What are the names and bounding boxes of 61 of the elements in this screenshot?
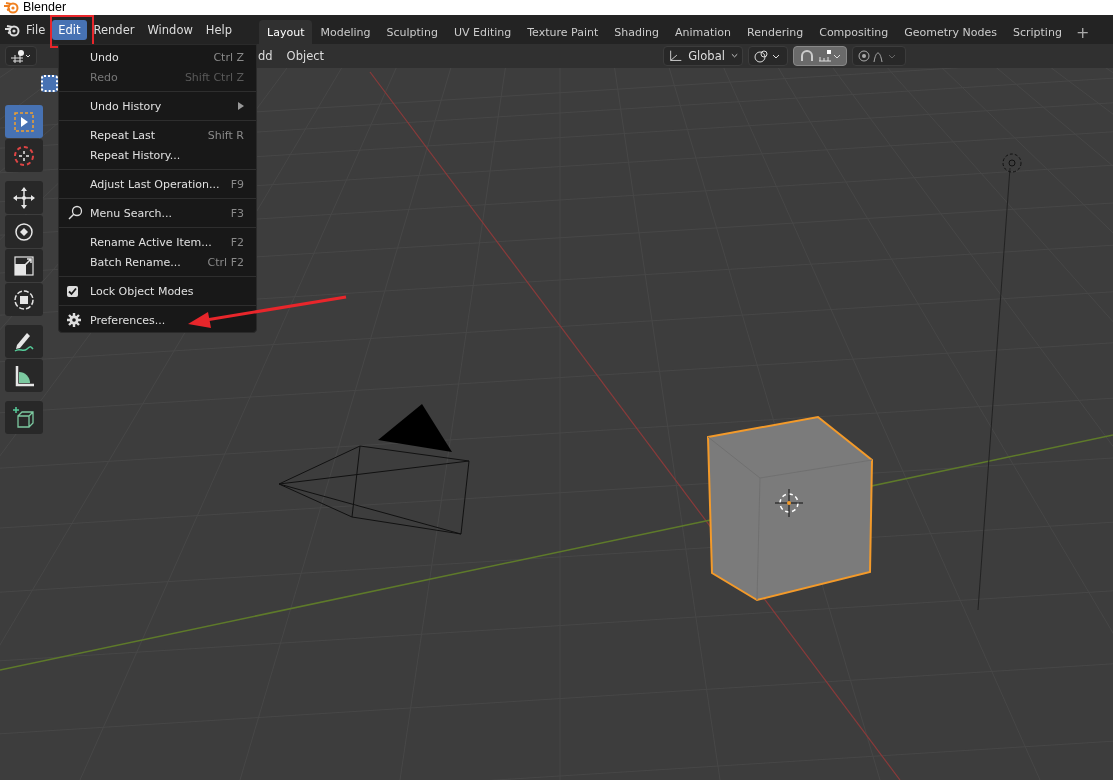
workspace-tab[interactable]: Scripting [1004,20,1070,44]
measure-tool-button[interactable] [5,359,43,392]
workspace-tab[interactable]: Texture Paint [519,20,607,44]
menu-item[interactable]: Render [87,19,141,40]
shortcut-label: F3 [230,206,244,220]
header-menu[interactable]: Object [286,49,325,63]
proportional-edit-button[interactable] [852,46,906,66]
menu-item[interactable]: Edit [52,19,87,40]
shortcut-label: Ctrl F2 [207,255,244,269]
caret-icon [730,53,738,59]
menu-item[interactable]: Repeat Last [90,128,156,142]
workspace-tab[interactable]: Sculpting [378,20,446,44]
menu-item[interactable]: Menu Search... [90,206,172,220]
menu-item[interactable]: Undo History [90,99,162,113]
menu-item[interactable]: Undo [90,50,119,64]
workspace-tab[interactable]: Geometry Nodes [896,20,1005,44]
editor-type-button[interactable] [5,46,37,66]
select-mode-icon[interactable] [41,75,58,92]
annotate-tool-button[interactable] [5,325,43,358]
menu-item[interactable]: Adjust Last Operation... [90,177,220,191]
add-cube-icon [11,404,37,431]
blender-logo-icon [3,0,19,14]
transform-tool-button[interactable] [5,283,43,316]
shortcut-label: Shift Ctrl Z [184,70,244,84]
settings-icon [67,313,81,327]
move-tool-button[interactable] [5,181,43,214]
shortcut-label: Ctrl Z [213,50,244,64]
header-menu[interactable]: dd [258,49,273,63]
menu-item[interactable]: Help [199,19,239,40]
blender-logo-icon [4,22,20,37]
workspace-tab[interactable]: Shading [606,20,667,44]
search-icon [67,205,83,221]
workspace-tab[interactable]: Compositing [811,20,897,44]
axes-icon [668,49,683,63]
shortcut-label: Shift R [207,128,244,142]
menu-item[interactable]: Rename Active Item... [90,235,212,249]
menu-item[interactable]: Window [141,19,199,40]
orientation-dropdown[interactable]: Global [663,46,743,66]
shortcut-label: F2 [230,235,244,249]
menu-item[interactable]: Repeat History... [90,148,181,162]
menu-item[interactable]: Preferences... [90,313,166,327]
add-tool-button[interactable] [5,401,43,434]
workspace-tab[interactable]: Modeling [312,20,379,44]
snap-button[interactable] [793,46,847,66]
scale-tool-button[interactable] [5,249,43,282]
add-workspace-button[interactable]: + [1069,22,1096,42]
shortcut-label: F9 [230,177,244,191]
menu-item[interactable]: Batch Rename... [90,255,181,269]
menu-item[interactable]: File [20,19,52,40]
workspace-tab[interactable]: Animation [666,20,740,44]
pivot-dropdown[interactable] [748,46,788,66]
submenu-arrow-icon [238,102,244,110]
workspace-tab[interactable]: Rendering [739,20,812,44]
workspace-tab[interactable]: Layout [259,20,313,44]
window-title: Blender [23,0,67,14]
workspace-tab[interactable]: UV Editing [445,20,520,44]
select-tool-button[interactable] [5,105,43,138]
checkbox[interactable] [67,285,78,297]
rotate-tool-button[interactable] [5,215,43,248]
menu-item[interactable]: Lock Object Modes [90,284,194,298]
cursor-tool-button[interactable] [5,139,43,172]
